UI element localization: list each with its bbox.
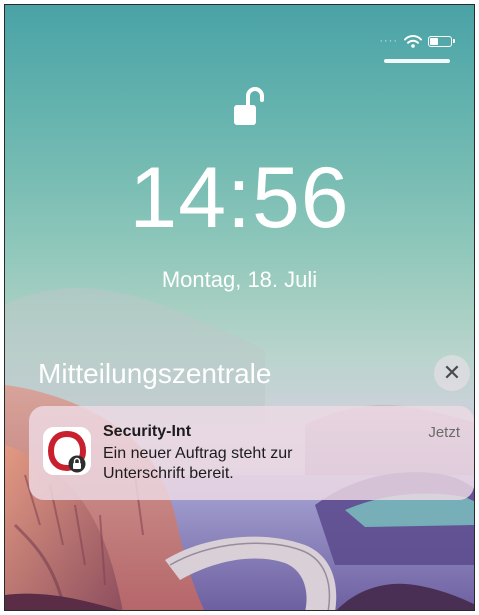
notification-message-line: Ein neuer Auftrag steht zur: [103, 445, 293, 462]
notification-timestamp: Jetzt: [428, 424, 460, 441]
wifi-icon: [404, 35, 422, 48]
clock-time: 14:56: [129, 150, 350, 246]
battery-level: [430, 38, 438, 45]
status-bar: ····: [379, 35, 455, 48]
clock-date: Montag, 18. Juli: [161, 267, 318, 292]
notification-app-name: Security-Int: [103, 423, 192, 440]
security-int-app-icon: [43, 427, 91, 475]
cellular-signal-icon: ····: [379, 35, 398, 47]
notification-message-line: Unterschrift bereit.: [103, 465, 234, 482]
unlocked-padlock-icon: [234, 87, 264, 125]
control-center-indicator[interactable]: [384, 59, 450, 63]
notification-center-title: Mitteilungszentrale: [38, 358, 272, 389]
battery-icon: [428, 36, 455, 47]
notification-message: Ein neuer Auftrag steht zur Unterschrift…: [103, 444, 443, 484]
clear-notifications-button[interactable]: ✕: [434, 355, 470, 391]
close-icon: ✕: [442, 360, 462, 385]
lock-screen: ···· 14:56 Montag, 18. Juli Mitteilungsz…: [4, 4, 475, 611]
notification-card[interactable]: Security-Int Jetzt Ein neuer Auftrag ste…: [29, 406, 474, 500]
